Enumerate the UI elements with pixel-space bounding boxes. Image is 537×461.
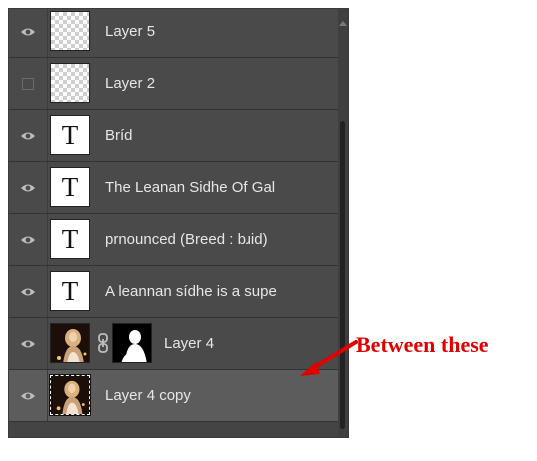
annotation-label: Between these <box>356 332 489 357</box>
eye-icon <box>21 392 35 399</box>
layer-name[interactable]: A leannan sídhe is a supe <box>105 266 295 317</box>
layer-list: Layer 5 Layer 2 T Bríd T The Leanan Sidh… <box>9 9 338 422</box>
text-layer-thumbnail[interactable]: T <box>50 167 90 207</box>
visibility-toggle[interactable] <box>9 214 48 265</box>
scrollbar-thumb[interactable] <box>340 121 345 429</box>
layer-thumbnail-transparent[interactable] <box>50 11 90 51</box>
layer-row-pronounced[interactable]: T prnounced (Breed : bɹid) <box>9 214 338 266</box>
visibility-toggle[interactable] <box>9 110 48 161</box>
layer-name[interactable]: Layer 2 <box>105 58 305 109</box>
layer-name[interactable]: Layer 5 <box>105 9 305 57</box>
visibility-toggle[interactable] <box>9 9 48 57</box>
layer-name[interactable]: Layer 4 copy <box>105 370 305 421</box>
layer-row-layer-5[interactable]: Layer 5 <box>9 9 338 58</box>
red-arrow-icon <box>300 340 358 376</box>
layer-name[interactable]: Bríd <box>105 110 295 161</box>
photo-figure-image <box>51 324 89 362</box>
hidden-box-icon <box>22 77 34 90</box>
eye-icon <box>21 184 35 191</box>
visibility-toggle[interactable] <box>9 58 48 109</box>
layer-row-layer-4[interactable]: Layer 4 <box>9 318 338 370</box>
layer-thumbnail-transparent[interactable] <box>50 63 90 103</box>
visibility-toggle[interactable] <box>9 266 48 317</box>
visibility-toggle[interactable] <box>9 162 48 213</box>
layer-name[interactable]: The Leanan Sidhe Of Gal <box>105 162 295 213</box>
photo-layer-thumbnail[interactable] <box>50 323 90 363</box>
screenshot-stage: Layer 5 Layer 2 T Bríd T The Leanan Sidh… <box>0 0 537 461</box>
eye-icon <box>21 236 35 243</box>
eye-icon <box>21 28 35 35</box>
eye-icon <box>21 340 35 347</box>
layer-name[interactable]: prnounced (Breed : bɹid) <box>105 214 295 265</box>
visibility-toggle[interactable] <box>9 318 48 369</box>
text-layer-thumbnail[interactable]: T <box>50 271 90 311</box>
layer-name[interactable]: Layer 4 <box>164 318 314 369</box>
photo-layer-thumbnail-selected[interactable] <box>49 374 91 416</box>
visibility-toggle[interactable] <box>9 370 48 421</box>
layer-row-leanan-sidhe-title[interactable]: T The Leanan Sidhe Of Gal <box>9 162 338 214</box>
chain-link-icon[interactable] <box>97 333 109 353</box>
photo-figure-image <box>51 376 89 414</box>
layer-mask-thumbnail[interactable] <box>112 323 152 363</box>
eye-icon <box>21 288 35 295</box>
layer-row-leannan-sidhe-description[interactable]: T A leannan sídhe is a supe <box>9 266 338 318</box>
text-layer-thumbnail[interactable]: T <box>50 115 90 155</box>
layer-row-layer-4-copy[interactable]: Layer 4 copy <box>9 370 338 422</box>
text-layer-thumbnail[interactable]: T <box>50 219 90 259</box>
scroll-up-arrow-icon[interactable] <box>339 21 347 26</box>
eye-icon <box>21 132 35 139</box>
mask-silhouette-image <box>113 324 151 362</box>
layer-row-layer-2[interactable]: Layer 2 <box>9 58 338 110</box>
layer-row-brid[interactable]: T Bríd <box>9 110 338 162</box>
